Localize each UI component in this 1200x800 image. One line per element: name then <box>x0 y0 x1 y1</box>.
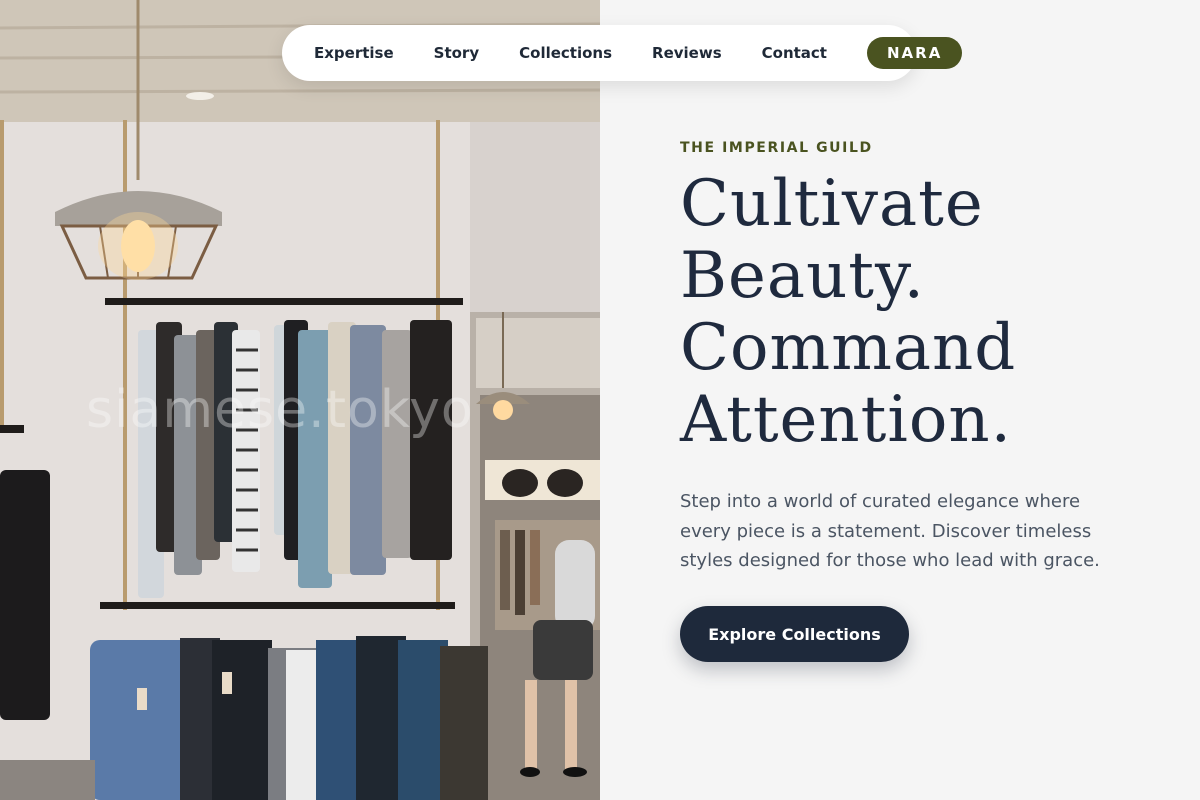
headline-line-2: Beauty. <box>680 239 925 313</box>
brand-logo-button[interactable]: NARA <box>866 37 963 69</box>
store-photo: siamese.tokyo <box>0 0 600 800</box>
nav-link-collections[interactable]: Collections <box>519 44 612 62</box>
headline-line-1: Cultivate <box>680 167 984 241</box>
nav-link-expertise[interactable]: Expertise <box>314 44 394 62</box>
hero-headline: Cultivate Beauty. Command Attention. <box>680 168 1180 456</box>
headline-line-3: Command <box>680 311 1017 385</box>
headline-line-4: Attention. <box>680 383 1012 457</box>
nav-link-contact[interactable]: Contact <box>762 44 827 62</box>
nav-link-reviews[interactable]: Reviews <box>652 44 722 62</box>
hero-description: Step into a world of curated elegance wh… <box>680 491 1100 571</box>
photo-watermark: siamese.tokyo <box>86 380 474 440</box>
explore-collections-button[interactable]: Explore Collections <box>680 606 909 662</box>
top-navigation: Expertise Story Collections Reviews Cont… <box>282 25 963 81</box>
hero-eyebrow: THE IMPERIAL GUILD <box>680 140 873 156</box>
nav-link-story[interactable]: Story <box>434 44 479 62</box>
